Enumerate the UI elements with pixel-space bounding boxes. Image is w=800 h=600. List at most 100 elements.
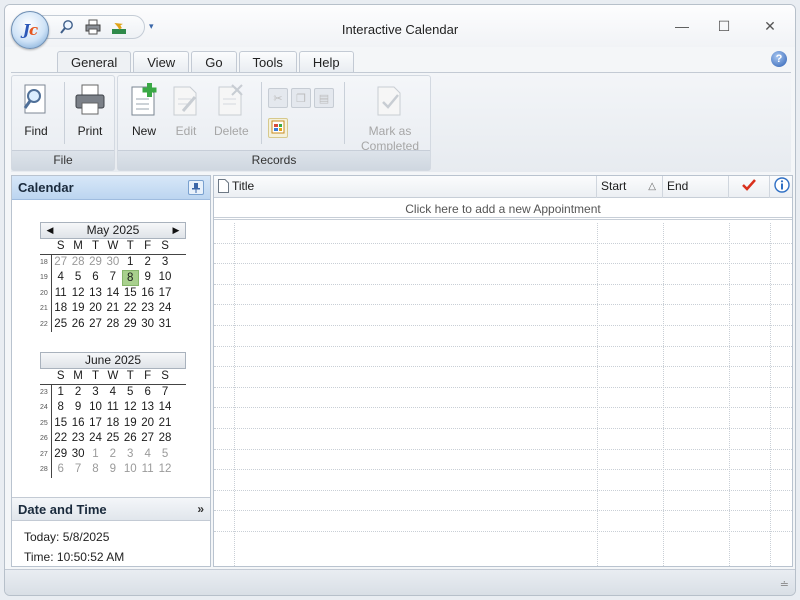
calendar-day[interactable]: 29	[52, 447, 69, 463]
calendar-day[interactable]: 1	[87, 447, 104, 463]
calendar-day[interactable]: 13	[87, 286, 104, 302]
calendar-day[interactable]: 27	[87, 317, 104, 333]
calendar-day[interactable]: 5	[69, 270, 86, 286]
table-row[interactable]	[214, 429, 792, 450]
column-end[interactable]: End	[663, 176, 729, 198]
table-row[interactable]	[214, 223, 792, 244]
calendar-day[interactable]: 16	[69, 416, 86, 432]
column-info[interactable]	[770, 176, 792, 198]
calendar-day[interactable]: 23	[69, 431, 86, 447]
calendar-day[interactable]: 10	[156, 270, 173, 286]
table-row[interactable]	[214, 388, 792, 409]
table-row[interactable]	[214, 470, 792, 491]
previous-month-icon[interactable]: ◀	[43, 223, 57, 238]
delete-button[interactable]: Delete	[214, 82, 249, 139]
cut-button[interactable]: ✂	[268, 88, 288, 108]
calendar-day[interactable]: 30	[139, 317, 156, 333]
table-row[interactable]	[214, 326, 792, 347]
calendar-day[interactable]: 11	[52, 286, 69, 302]
calendar-day[interactable]: 5	[156, 447, 173, 463]
calendar-day[interactable]: 4	[52, 270, 69, 286]
column-title[interactable]: Title	[214, 176, 597, 198]
minimize-button[interactable]: —	[669, 15, 695, 37]
calendar-day[interactable]: 19	[69, 301, 86, 317]
copy-button[interactable]: ❐	[291, 88, 311, 108]
calendar-day[interactable]: 30	[69, 447, 86, 463]
calendar-day[interactable]: 22	[122, 301, 139, 317]
calendar-day[interactable]: 5	[122, 385, 139, 401]
table-row[interactable]	[214, 347, 792, 368]
calendar-day[interactable]: 24	[87, 431, 104, 447]
calendar-day[interactable]: 29	[87, 255, 104, 271]
calendar-day[interactable]: 10	[87, 400, 104, 416]
new-button[interactable]: New	[128, 82, 160, 139]
calendar-day[interactable]: 3	[87, 385, 104, 401]
paste-button[interactable]: ▤	[314, 88, 334, 108]
calendar-day[interactable]: 2	[69, 385, 86, 401]
calendar-day[interactable]: 4	[139, 447, 156, 463]
calendar-day[interactable]: 2	[104, 447, 121, 463]
calendar-day[interactable]: 25	[52, 317, 69, 333]
calendar-day[interactable]: 9	[139, 270, 156, 286]
calendar-day[interactable]: 31	[156, 317, 173, 333]
calendar-day[interactable]: 15	[122, 286, 139, 302]
close-button[interactable]: ✕	[757, 15, 783, 37]
calendar-day[interactable]: 8	[121, 270, 139, 286]
table-row[interactable]	[214, 264, 792, 285]
tab-tools[interactable]: Tools	[238, 51, 297, 73]
collapse-chevron-icon[interactable]: »	[197, 498, 204, 521]
calendar-day[interactable]: 28	[104, 317, 121, 333]
calendar-day[interactable]: 18	[104, 416, 121, 432]
calendar-day[interactable]: 7	[156, 385, 173, 401]
calendar-day[interactable]: 11	[139, 462, 156, 478]
calendar-day[interactable]: 4	[104, 385, 121, 401]
table-row[interactable]	[214, 408, 792, 429]
calendar-day[interactable]: 27	[52, 255, 69, 271]
table-row[interactable]	[214, 244, 792, 265]
table-row[interactable]	[214, 305, 792, 326]
calendar-day[interactable]: 6	[139, 385, 156, 401]
table-row[interactable]	[214, 511, 792, 532]
table-row[interactable]	[214, 285, 792, 306]
calendar-day[interactable]: 1	[122, 255, 139, 271]
table-row[interactable]	[214, 491, 792, 512]
calendar-day[interactable]: 20	[139, 416, 156, 432]
calendar-day[interactable]: 6	[87, 270, 104, 286]
next-month-icon[interactable]: ▶	[169, 223, 183, 238]
calendar-day[interactable]: 3	[122, 447, 139, 463]
calendar-day[interactable]: 9	[104, 462, 121, 478]
edit-button[interactable]: Edit	[170, 82, 202, 139]
calendar-day[interactable]: 12	[69, 286, 86, 302]
calendar-day[interactable]: 26	[122, 431, 139, 447]
calendar-day[interactable]: 30	[104, 255, 121, 271]
calendar-day[interactable]: 25	[104, 431, 121, 447]
table-row[interactable]	[214, 450, 792, 471]
tab-go[interactable]: Go	[191, 51, 237, 73]
calendar-day[interactable]: 17	[87, 416, 104, 432]
resize-grip-icon[interactable]: ≐	[780, 578, 789, 591]
calendar-day[interactable]: 15	[52, 416, 69, 432]
calendar-day[interactable]: 28	[156, 431, 173, 447]
calendar-day[interactable]: 27	[139, 431, 156, 447]
calendar-day[interactable]: 7	[69, 462, 86, 478]
calendar-day[interactable]: 10	[122, 462, 139, 478]
calendar-day[interactable]: 29	[122, 317, 139, 333]
pin-icon[interactable]	[188, 180, 204, 195]
calendar-day[interactable]: 2	[139, 255, 156, 271]
calendar-day[interactable]: 14	[156, 400, 173, 416]
calendar-day[interactable]: 17	[156, 286, 173, 302]
calendar-day[interactable]: 3	[156, 255, 173, 271]
calendar-day[interactable]: 13	[139, 400, 156, 416]
calendar-day[interactable]: 6	[52, 462, 69, 478]
calendar-day[interactable]: 16	[139, 286, 156, 302]
column-completed[interactable]	[729, 176, 770, 198]
tab-help[interactable]: Help	[298, 51, 354, 73]
calendar-day[interactable]: 9	[69, 400, 86, 416]
find-button[interactable]: Find	[20, 82, 52, 139]
calendar-day[interactable]: 19	[122, 416, 139, 432]
calendar-day[interactable]: 1	[52, 385, 69, 401]
calendar-day[interactable]: 7	[104, 270, 121, 286]
print-button[interactable]: Print	[74, 82, 106, 139]
calendar-day[interactable]: 8	[52, 400, 69, 416]
calendar-day[interactable]: 28	[69, 255, 86, 271]
